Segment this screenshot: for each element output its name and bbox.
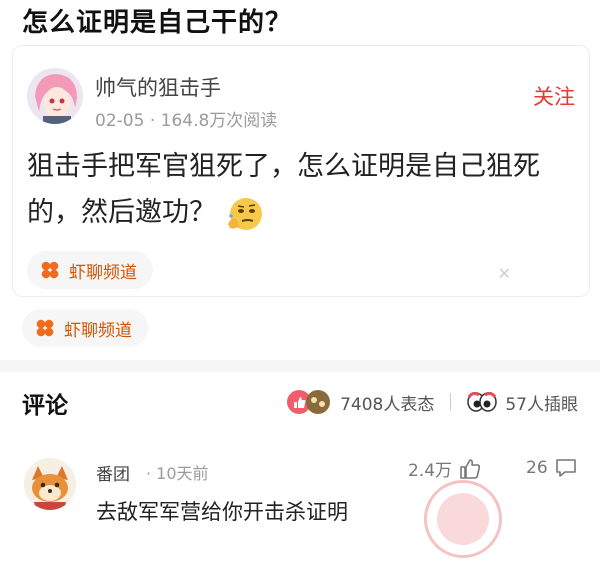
insert-count: 57人插眼 [505,394,578,415]
comment-item: 番团 · 10天前 2.4万 26 去敌军军营给你开击杀证明 [0,440,600,568]
thinking-face-icon [224,194,264,234]
eyes-icon [467,391,498,412]
channel-name: 虾聊频道 [69,262,137,283]
comment-like-button[interactable]: 2.4万 [408,456,482,481]
commenter-name[interactable]: 番团 [96,460,130,485]
comment-reply-button[interactable]: 26 [526,456,578,480]
channel-tag-in-card[interactable]: 虾聊频道 [27,251,153,289]
comment-text: 去敌军军营给你开击杀证明 [96,500,348,524]
comment-time-text: 10天前 [156,464,209,483]
reactions-bar[interactable]: 7408人表态 57人插眼 [286,388,578,416]
stamp-fill [430,486,496,552]
author-avatar[interactable] [27,68,83,124]
comment-time: · 10天前 [146,464,209,483]
post-meta: 02-05 · 164.8万次阅读 [95,106,277,131]
section-divider [0,360,600,372]
follow-button[interactable]: 关注 [533,81,575,111]
meta-dot: · [149,111,161,131]
post-body: 狙击手把军官狙死了，怎么证明是自己狙死的，然后邀功？ [27,144,583,236]
post-views: 164.8万次阅读 [160,111,278,131]
page-title: 怎么证明是自己干的？ [22,8,293,38]
thumbs-up-icon [460,458,481,479]
author-name[interactable]: 帅气的狙击手 [95,72,221,102]
channel-name: 虾聊频道 [64,320,132,341]
hot-comment-stamp [413,469,513,568]
reaction-icons [287,390,331,414]
divider [450,393,452,411]
comments-header: 评论 7408人表态 57人插眼 [0,372,600,430]
clover-icon [41,261,59,279]
comment-bubble-icon [555,459,576,477]
reactions-count: 7408人表态 [340,394,435,415]
comment-like-count: 2.4万 [408,461,453,481]
comment-reply-count: 26 [526,458,548,478]
channel-tag[interactable]: 虾聊频道 [22,309,148,347]
comments-label: 评论 [22,393,68,419]
post-text: 狙击手把军官狙死了，怎么证明是自己狙死的，然后邀功？ [27,151,540,228]
close-icon[interactable]: ✕ [498,264,511,283]
commenter-avatar[interactable] [24,458,76,510]
post-date: 02-05 [95,111,145,131]
clover-icon [36,319,54,337]
post-card: 帅气的狙击手 02-05 · 164.8万次阅读 关注 狙击手把军官狙死了，怎么… [12,45,590,297]
